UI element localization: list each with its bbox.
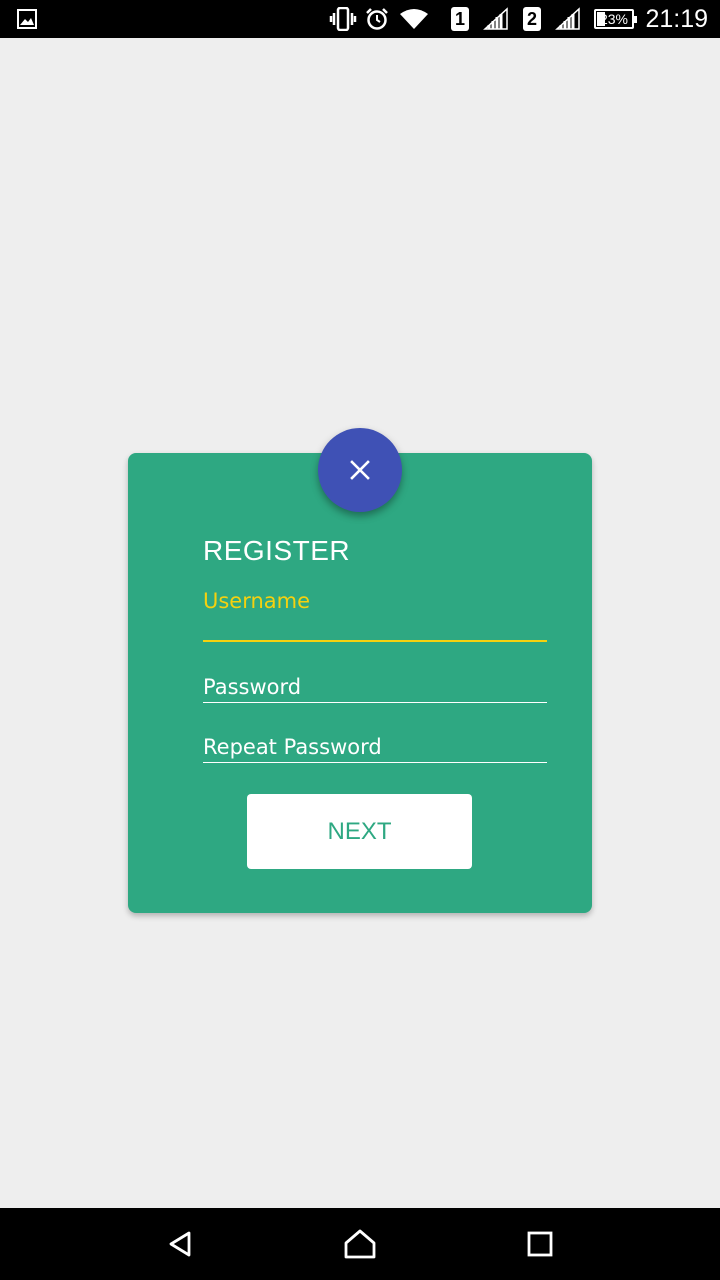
repeat-password-underline: [203, 762, 547, 763]
battery-icon: 23%: [592, 0, 637, 38]
signal-icon: [482, 0, 510, 38]
password-underline: [203, 702, 547, 703]
back-icon: [169, 1231, 191, 1257]
repeat-password-label: Repeat Password: [203, 735, 382, 759]
recents-button[interactable]: [500, 1208, 580, 1280]
signal-icon: [554, 0, 582, 38]
close-button[interactable]: [318, 428, 402, 512]
password-field[interactable]: Password: [203, 675, 547, 703]
sim2-label: 2: [523, 7, 541, 31]
repeat-password-field[interactable]: Repeat Password: [203, 735, 547, 763]
recents-icon: [527, 1231, 553, 1257]
username-label: Username: [203, 589, 311, 613]
register-card: REGISTER Username Password Repeat Passwo…: [128, 453, 592, 913]
sim1-icon: 1: [450, 0, 470, 38]
home-button[interactable]: [320, 1208, 400, 1280]
alarm-icon: [364, 0, 390, 38]
register-title: REGISTER: [203, 535, 351, 566]
navigation-bar: [0, 1208, 720, 1280]
status-time: 21:19: [645, 5, 708, 33]
next-button[interactable]: NEXT: [247, 794, 472, 869]
image-icon: [16, 0, 38, 38]
battery-percent: 23%: [599, 11, 629, 27]
username-underline: [203, 640, 547, 642]
sim2-icon: 2: [522, 0, 542, 38]
wifi-icon: [398, 0, 430, 38]
password-label: Password: [203, 675, 302, 699]
close-icon: [350, 460, 370, 480]
home-icon: [344, 1229, 376, 1259]
back-button[interactable]: [140, 1208, 220, 1280]
status-bar: 1 2 23% 21:19: [0, 0, 720, 38]
username-field[interactable]: Username: [203, 589, 547, 643]
sim1-label: 1: [451, 7, 469, 31]
vibrate-icon: [328, 0, 358, 38]
